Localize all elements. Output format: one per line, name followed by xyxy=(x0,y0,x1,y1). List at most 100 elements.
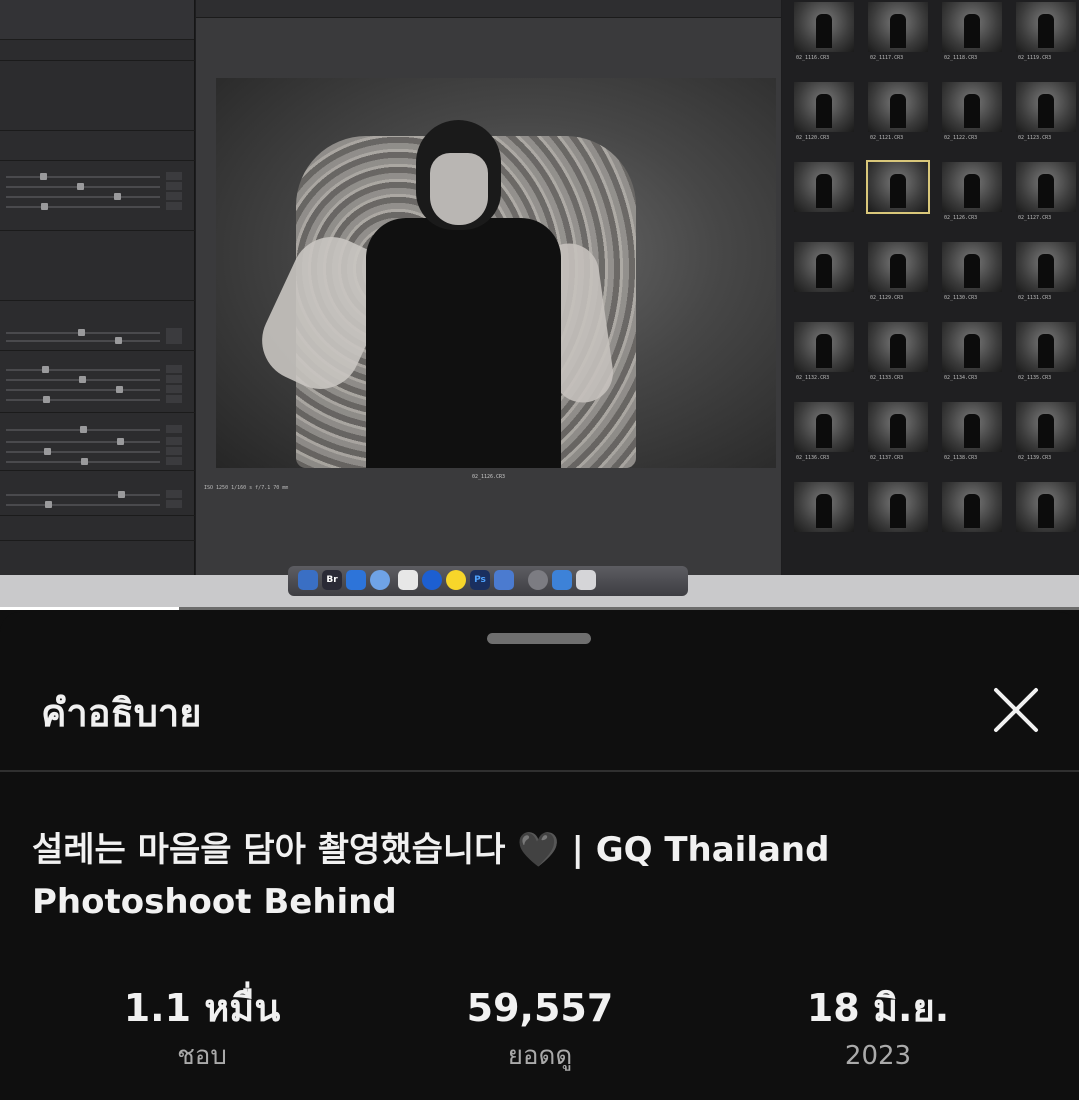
slider-knob xyxy=(81,458,88,465)
thumbnail[interactable]: 02_1131.CR3 xyxy=(1010,242,1079,304)
thumbnail[interactable]: 02_1138.CR3 xyxy=(936,402,1008,464)
thumbnail[interactable]: 02_1135.CR3 xyxy=(1010,322,1079,384)
editor-toolbar xyxy=(0,0,194,40)
upload-year: 2023 xyxy=(844,1041,912,1071)
adjustment-slider xyxy=(0,182,190,192)
slider-track xyxy=(6,206,160,208)
thumbnail-filename: 02_1138.CR3 xyxy=(944,455,978,461)
thumbnail-image xyxy=(794,82,854,132)
views-count: 59,557 xyxy=(466,986,614,1030)
thumbnail[interactable] xyxy=(788,242,860,304)
close-button[interactable] xyxy=(988,682,1044,738)
thumbnail-filename: 02_1136.CR3 xyxy=(796,455,830,461)
adjustment-slider xyxy=(0,437,190,447)
thumbnail[interactable]: 02_1120.CR3 xyxy=(788,82,860,144)
thumbnail[interactable] xyxy=(862,160,934,224)
thumbnail-image xyxy=(942,2,1002,52)
thumbnail[interactable]: 02_1130.CR3 xyxy=(936,242,1008,304)
thumbnail-image xyxy=(1016,242,1076,292)
slider-value-box xyxy=(166,328,182,336)
sheet-title: คำอธิบาย xyxy=(41,691,202,735)
slider-track xyxy=(6,340,160,342)
thumbnail-filename: 02_1120.CR3 xyxy=(796,135,830,141)
thumbnail-image xyxy=(868,482,928,532)
app-icon xyxy=(422,570,442,590)
thumbnail[interactable]: 02_1136.CR3 xyxy=(788,402,860,464)
video-player[interactable]: 02_1126.CR3 ISO 1250 1/160 s f/7.1 70 mm… xyxy=(0,0,1079,610)
slider-value-box xyxy=(166,385,182,393)
thumbnail[interactable]: 02_1132.CR3 xyxy=(788,322,860,384)
panel-section-divider xyxy=(0,300,195,301)
thumbnail-image xyxy=(1016,82,1076,132)
thumbnail[interactable]: 02_1118.CR3 xyxy=(936,2,1008,64)
thumbnail[interactable]: 02_1122.CR3 xyxy=(936,82,1008,144)
slider-knob xyxy=(79,376,86,383)
thumbnail-image xyxy=(794,242,854,292)
mac-dock: Br Ps xyxy=(288,566,688,596)
editor-photo-viewer: 02_1126.CR3 ISO 1250 1/160 s f/7.1 70 mm xyxy=(196,0,781,575)
adjustment-slider xyxy=(0,395,190,405)
thumbnail[interactable]: 02_1139.CR3 xyxy=(1010,402,1079,464)
thumbnail-image xyxy=(868,2,928,52)
thumbnail-image xyxy=(868,242,928,292)
thumbnail-image xyxy=(1016,2,1076,52)
thumbnail-image xyxy=(942,162,1002,212)
safari-icon xyxy=(370,570,390,590)
adjustment-slider xyxy=(0,385,190,395)
slider-knob xyxy=(78,329,85,336)
slider-track xyxy=(6,389,160,391)
video-progress-bar[interactable] xyxy=(0,607,1079,610)
thumbnail-filename: 02_1134.CR3 xyxy=(944,375,978,381)
editor-viewer-topbar xyxy=(196,0,781,18)
thumbnail[interactable] xyxy=(788,162,860,224)
thumbnail[interactable]: 02_1126.CR3 xyxy=(936,162,1008,224)
slider-knob xyxy=(41,203,48,210)
thumbnail[interactable] xyxy=(1010,482,1079,544)
thumbnail-filename: 02_1121.CR3 xyxy=(870,135,904,141)
thumbnail-image xyxy=(1016,322,1076,372)
slider-knob xyxy=(40,173,47,180)
slider-value-box xyxy=(166,202,182,210)
slider-knob xyxy=(42,366,49,373)
thumbnail[interactable]: 02_1127.CR3 xyxy=(1010,162,1079,224)
thumbnail[interactable] xyxy=(862,482,934,544)
thumbnail[interactable] xyxy=(788,482,860,544)
app-icon xyxy=(552,570,572,590)
thumbnail-filename: 02_1119.CR3 xyxy=(1018,55,1052,61)
thumbnail[interactable]: 02_1123.CR3 xyxy=(1010,82,1079,144)
thumbnail-image xyxy=(1016,482,1076,532)
thumbnail-image xyxy=(1016,162,1076,212)
thumbnail[interactable]: 02_1121.CR3 xyxy=(862,82,934,144)
panel-section-divider xyxy=(0,412,195,413)
thumbnail[interactable]: 02_1117.CR3 xyxy=(862,2,934,64)
slider-track xyxy=(6,441,160,443)
thumbnail[interactable]: 02_1134.CR3 xyxy=(936,322,1008,384)
slider-knob xyxy=(44,448,51,455)
thumbnail[interactable]: 02_1119.CR3 xyxy=(1010,2,1079,64)
thumbnail[interactable] xyxy=(936,482,1008,544)
thumbnail[interactable]: 02_1137.CR3 xyxy=(862,402,934,464)
upload-date: 18 มิ.ย. xyxy=(806,986,950,1030)
slider-track xyxy=(6,494,160,496)
slider-knob xyxy=(80,426,87,433)
adjustment-slider xyxy=(0,457,190,467)
thumbnail-image xyxy=(868,402,928,452)
slider-value-box xyxy=(166,172,182,180)
thumbnail[interactable]: 02_1116.CR3 xyxy=(788,2,860,64)
bridge-app-icon: Br xyxy=(322,570,342,590)
adjustment-slider xyxy=(0,336,190,346)
thumbnail-filename: 02_1131.CR3 xyxy=(1018,295,1052,301)
likes-label: ชอบ xyxy=(177,1041,227,1071)
thumbnail-browser: 02_1116.CR3 02_1117.CR3 02_1118.CR3 02_1119… xyxy=(782,0,1079,575)
close-icon xyxy=(994,688,1038,732)
thumbnail-filename: 02_1137.CR3 xyxy=(870,455,904,461)
panel-section-divider xyxy=(0,230,195,231)
thumbnail[interactable]: 02_1133.CR3 xyxy=(862,322,934,384)
slider-knob xyxy=(116,386,123,393)
slider-value-box xyxy=(166,425,182,433)
sheet-drag-handle[interactable] xyxy=(487,633,591,644)
thumbnail-image xyxy=(868,322,928,372)
thumbnail[interactable]: 02_1129.CR3 xyxy=(862,242,934,304)
finder-icon xyxy=(298,570,318,590)
thumbnail-image xyxy=(866,160,930,214)
